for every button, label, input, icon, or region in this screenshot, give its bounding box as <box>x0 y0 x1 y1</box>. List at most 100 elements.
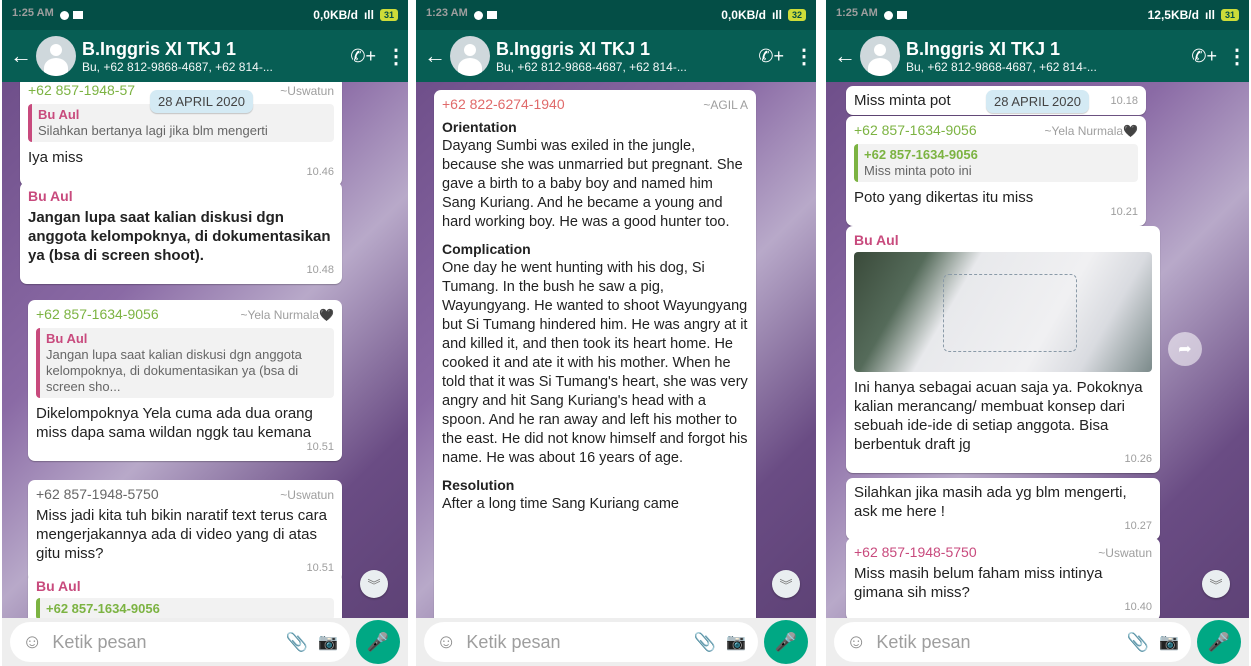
mic-button[interactable]: 🎤 <box>356 620 400 664</box>
add-call-icon[interactable]: ✆+ <box>758 46 784 67</box>
overflow-menu-icon[interactable]: ⋮ <box>1227 44 1247 69</box>
signal-icon: ıll <box>363 8 374 22</box>
group-title: B.Inggris XI TKJ 1 <box>496 38 651 59</box>
date-chip: 28 APRIL 2020 <box>150 90 253 113</box>
chat-title-block[interactable]: B.Inggris XI TKJ 1 Bu, +62 812-9868-4687… <box>906 39 1181 74</box>
chat-header[interactable]: ← B.Inggris XI TKJ 1 Bu, +62 812-9868-46… <box>416 30 816 82</box>
message-bubble[interactable]: Bu Aul Jangan lupa saat kalian diskusi d… <box>20 182 342 284</box>
overflow-menu-icon[interactable]: ⋮ <box>386 44 406 69</box>
message-input[interactable]: ☺ Ketik pesan 📎 📷 <box>10 622 350 662</box>
quoted-message[interactable]: Bu Aul Jangan lupa saat kalian diskusi d… <box>36 328 334 398</box>
sender-number[interactable]: +62 857-1948-57 <box>28 82 135 100</box>
screenshot-collage: 1:25 AM 0,0KB/d ıll 31 ← B.Inggris XI TK… <box>0 0 1251 666</box>
message-notification-icon <box>896 11 907 19</box>
message-bubble[interactable]: Silahkan jika masih ada yg blm mengerti,… <box>846 478 1160 540</box>
sender-alias: ~Uswatun <box>280 84 334 98</box>
battery-icon: 31 <box>379 9 398 21</box>
chat-title-block[interactable]: B.Inggris XI TKJ 1 Bu, +62 812-9868-4687… <box>496 39 748 74</box>
message-input[interactable]: ☺ Ketik pesan 📎 📷 <box>424 622 758 662</box>
message-bubble[interactable]: +62 857-1634-9056 ~Yela Nurmala🖤 Bu Aul J… <box>28 300 342 461</box>
status-bar: 1:23 AM 0,0KB/d ıll 32 <box>416 0 816 30</box>
quote-sender: +62 857-1634-9056 <box>864 147 978 162</box>
chat-header[interactable]: ← B.Inggris XI TKJ 1 Bu, +62 812-9868-46… <box>826 30 1249 82</box>
group-avatar[interactable] <box>36 36 76 76</box>
chat-title-block[interactable]: B.Inggris XI TKJ 1 Bu, +62 812-9868-4687… <box>82 39 340 74</box>
add-call-icon[interactable]: ✆+ <box>1191 46 1217 67</box>
sender-alias: ~Yela Nurmala🖤 <box>1044 124 1138 138</box>
signal-icon: ıll <box>1204 8 1215 22</box>
scroll-down-button[interactable]: ︾ <box>360 570 388 598</box>
mic-button[interactable]: 🎤 <box>764 620 808 664</box>
attach-icon[interactable]: 📎 <box>286 632 308 653</box>
emoji-icon[interactable]: ☺ <box>22 631 42 654</box>
quote-text: Miss minta poto ini <box>864 163 972 178</box>
attach-icon[interactable]: 📎 <box>1127 632 1149 653</box>
scroll-down-button[interactable]: ︾ <box>772 570 800 598</box>
message-input[interactable]: ☺ Ketik pesan 📎 📷 <box>834 622 1191 662</box>
message-bubble[interactable]: +62 857-1948-5750 ~Uswatun Miss masih bel… <box>846 538 1160 618</box>
sender-number[interactable]: +62 857-1634-9056 <box>36 305 159 324</box>
battery-icon: 32 <box>787 9 806 21</box>
group-avatar[interactable] <box>450 36 490 76</box>
signal-icon: ıll <box>771 8 782 22</box>
chat-header[interactable]: ← B.Inggris XI TKJ 1 Bu, +62 812-9868-46… <box>2 30 408 82</box>
story-message-bubble[interactable]: +62 822-6274-1940 ~AGIL A Orientation Day… <box>434 90 756 618</box>
message-bubble[interactable]: Bu Aul Ini hanya sebagai acuan saja ya. … <box>846 226 1160 473</box>
notification-icons <box>473 10 497 20</box>
status-right: 0,0KB/d ıll 31 <box>313 8 398 22</box>
shared-photo[interactable] <box>854 252 1152 372</box>
overflow-menu-icon[interactable]: ⋮ <box>794 44 814 69</box>
message-bubble[interactable]: Bu Aul +62 857-1634-9056 <box>28 572 342 618</box>
back-arrow-icon[interactable]: ← <box>424 43 446 69</box>
add-call-icon[interactable]: ✆+ <box>350 46 376 67</box>
network-speed: 0,0KB/d <box>313 8 358 22</box>
quoted-message[interactable]: +62 857-1634-9056 <box>36 598 334 618</box>
chat-area[interactable]: +62 857-1948-57 ~Uswatun Bu Aul Silahkan … <box>2 82 408 618</box>
sender-name[interactable]: Bu Aul <box>28 187 334 206</box>
status-right: 0,0KB/d ıll 32 <box>721 8 806 22</box>
emoji-icon[interactable]: ☺ <box>846 631 866 654</box>
message-text: Ini hanya sebagai acuan saja ya. Pokokny… <box>854 379 1143 453</box>
section-heading: Orientation <box>442 119 517 135</box>
sender-number[interactable]: +62 857-1948-5750 <box>854 543 977 562</box>
emoji-icon[interactable]: ☺ <box>436 631 456 654</box>
message-text: Jangan lupa saat kalian diskusi dgn angg… <box>28 209 331 264</box>
group-members: Bu, +62 812-9868-4687, +62 814-... <box>82 59 273 74</box>
message-text: Dikelompoknya Yela cuma ada dua orang mi… <box>36 405 313 441</box>
input-placeholder[interactable]: Ketik pesan <box>876 632 1116 653</box>
back-arrow-icon[interactable]: ← <box>10 43 32 69</box>
message-text: Silahkan jika masih ada yg blm mengerti,… <box>854 484 1127 520</box>
section-text: After a long time Sang Kuriang came <box>442 496 679 512</box>
message-input-bar: ☺ Ketik pesan 📎 📷 🎤 <box>826 618 1249 666</box>
message-notification-icon <box>486 11 497 19</box>
sender-name[interactable]: Bu Aul <box>854 231 1152 250</box>
whatsapp-notification-icon <box>473 10 483 20</box>
message-input-bar: ☺ Ketik pesan 📎 📷 🎤 <box>2 618 408 666</box>
whatsapp-notification-icon <box>59 10 69 20</box>
group-members: Bu, +62 812-9868-4687, +62 814-... <box>906 59 1097 74</box>
message-notification-icon <box>72 11 83 19</box>
quoted-message[interactable]: +62 857-1634-9056 Miss minta poto ini <box>854 144 1138 182</box>
group-avatar[interactable] <box>860 36 900 76</box>
sender-number[interactable]: +62 857-1948-5750 <box>36 485 159 504</box>
message-text: Miss jadi kita tuh bikin naratif text te… <box>36 507 327 562</box>
attach-icon[interactable]: 📎 <box>694 632 716 653</box>
back-arrow-icon[interactable]: ← <box>834 43 856 69</box>
chat-area[interactable]: Miss minta pot 10.18 28 APRIL 2020 +62 8… <box>826 82 1249 618</box>
input-placeholder[interactable]: Ketik pesan <box>466 632 683 653</box>
message-bubble[interactable]: +62 857-1948-5750 ~Uswatun Miss jadi kita… <box>28 480 342 582</box>
forward-share-icon[interactable]: ➦ <box>1168 332 1202 366</box>
camera-icon[interactable]: 📷 <box>1159 632 1179 652</box>
camera-icon[interactable]: 📷 <box>726 632 746 652</box>
input-placeholder[interactable]: Ketik pesan <box>52 632 275 653</box>
phone-screen-2: 1:23 AM 0,0KB/d ıll 32 ← B.Inggris XI TK… <box>416 0 816 666</box>
scroll-down-button[interactable]: ︾ <box>1202 570 1230 598</box>
sender-number[interactable]: +62 857-1634-9056 <box>854 121 977 140</box>
message-bubble[interactable]: +62 857-1634-9056 ~Yela Nurmala🖤 +62 857-… <box>846 116 1146 226</box>
mic-button[interactable]: 🎤 <box>1197 620 1241 664</box>
sender-name[interactable]: Bu Aul <box>36 577 334 596</box>
sender-number[interactable]: +62 822-6274-1940 <box>442 95 565 114</box>
whatsapp-notification-icon <box>883 10 893 20</box>
chat-area[interactable]: +62 822-6274-1940 ~AGIL A Orientation Day… <box>416 82 816 618</box>
camera-icon[interactable]: 📷 <box>318 632 338 652</box>
